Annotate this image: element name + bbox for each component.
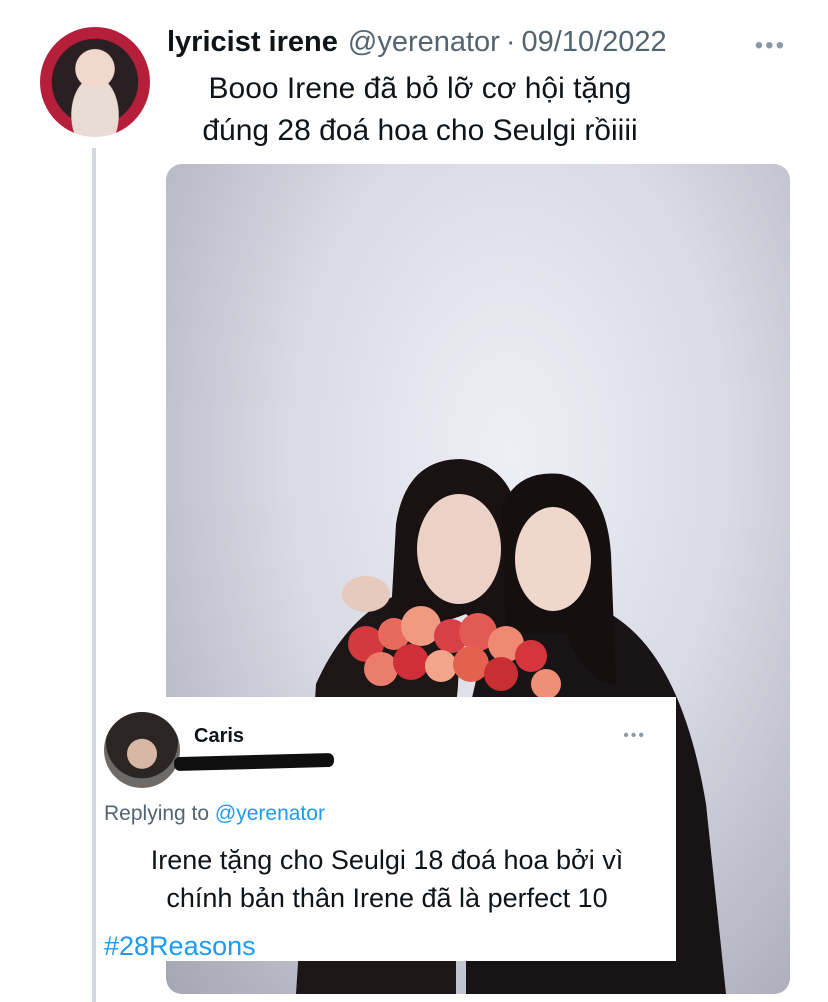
hashtag-link[interactable]: #28Reasons bbox=[104, 931, 256, 962]
tweet-text: Booo Irene đã bỏ lỡ cơ hội tặng đúng 28 … bbox=[170, 68, 670, 152]
reply-more-options-icon[interactable]: ••• bbox=[623, 727, 646, 745]
photo-hand bbox=[342, 576, 390, 612]
reply-text-line: chính bản thân Irene đã là perfect 10 bbox=[166, 883, 608, 913]
header-separator: · bbox=[505, 26, 516, 58]
author-handle[interactable]: @yerenator bbox=[348, 26, 500, 59]
redaction-mark bbox=[173, 752, 335, 772]
author-avatar[interactable] bbox=[40, 27, 150, 137]
replying-to-prefix: Replying to bbox=[104, 802, 210, 825]
replying-to-mention[interactable]: @yerenator bbox=[215, 802, 325, 825]
author-display-name[interactable]: lyricist irene bbox=[167, 26, 338, 59]
reply-author-name[interactable]: Caris bbox=[194, 725, 244, 748]
tweet-text-line: Booo Irene đã bỏ lỡ cơ hội tặng bbox=[208, 72, 632, 105]
tweet-header: lyricist irene @yerenator · 09/10/2022 bbox=[167, 26, 798, 59]
reply-text-line: Irene tặng cho Seulgi 18 đoá hoa bởi vì bbox=[150, 845, 624, 875]
tweet-text-line: đúng 28 đoá hoa cho Seulgi rồiiii bbox=[202, 114, 638, 147]
tweet-date[interactable]: 09/10/2022 bbox=[522, 26, 667, 59]
reply-text: Irene tặng cho Seulgi 18 đoá hoa bởi vì … bbox=[102, 841, 672, 917]
reply-author-avatar[interactable] bbox=[104, 712, 180, 788]
more-options-icon[interactable]: ••• bbox=[755, 32, 786, 60]
quoted-reply-card[interactable]: Caris ••• Replying to @yerenator Irene t… bbox=[96, 697, 676, 961]
photo-figure-right-face bbox=[515, 507, 591, 611]
photo-figure-left-face bbox=[417, 494, 501, 604]
replying-to-line: Replying to @yerenator bbox=[104, 802, 325, 826]
